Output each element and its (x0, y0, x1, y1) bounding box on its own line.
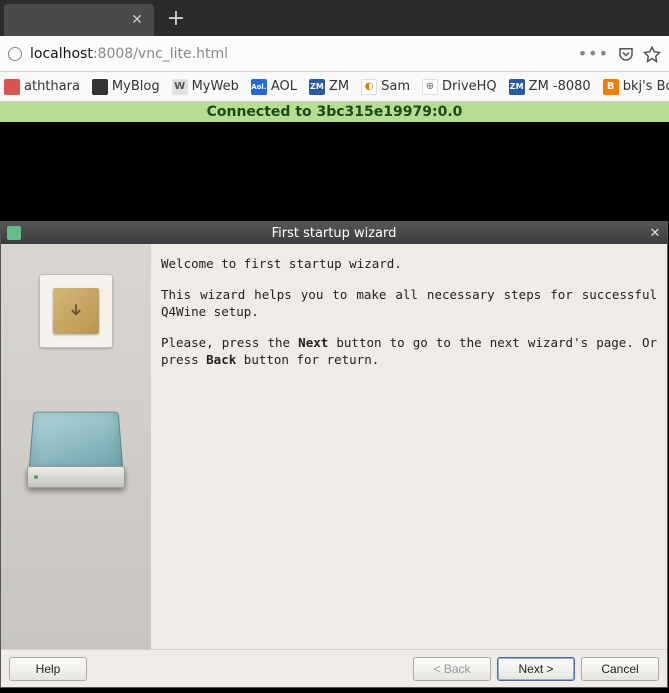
browser-tab[interactable]: ✕ (4, 4, 154, 36)
bookmark-icon: B (603, 79, 619, 95)
bookmark-icon (4, 79, 20, 95)
bookmark-paththara[interactable]: aththara (4, 79, 80, 95)
bookmark-sam[interactable]: ◐Sam (361, 79, 410, 95)
bookmark-icon: ZM (509, 79, 525, 95)
wizard-content: Welcome to first startup wizard. This wi… (151, 244, 667, 649)
harddrive-icon (21, 408, 131, 508)
page-actions-icon[interactable]: ••• (578, 44, 609, 63)
bookmark-icon: ◐ (361, 79, 377, 95)
bookmark-aol[interactable]: Aol.AOL (251, 79, 297, 95)
bookmark-drivehq[interactable]: ⊕DriveHQ (422, 79, 497, 95)
bookmark-myblog[interactable]: MyBlog (92, 79, 160, 95)
wizard-window: First startup wizard ✕ Welcome to first … (0, 221, 668, 688)
bookmark-bkjs[interactable]: Bbkj's Bo (603, 79, 669, 95)
bookmark-myweb[interactable]: WMyWeb (172, 79, 239, 95)
url-text[interactable]: localhost:8008/vnc_lite.html (30, 46, 570, 62)
wizard-body: Welcome to first startup wizard. This wi… (1, 244, 667, 649)
package-icon (39, 274, 113, 348)
new-tab-button[interactable]: + (160, 2, 192, 34)
wizard-sidebar (1, 244, 151, 649)
vnc-remote-desktop[interactable]: First startup wizard ✕ Welcome to first … (0, 122, 669, 693)
wizard-footer: Help < Back Next > Cancel (1, 649, 667, 687)
url-path: :8008/vnc_lite.html (93, 46, 228, 62)
help-button[interactable]: Help (9, 657, 87, 681)
next-button[interactable]: Next > (497, 657, 575, 681)
app-icon (7, 226, 21, 240)
wizard-welcome-text: Welcome to first startup wizard. (161, 256, 657, 273)
close-tab-icon[interactable]: ✕ (130, 13, 144, 27)
star-icon[interactable] (643, 45, 661, 63)
wizard-instruction-text: Please, press the Next button to go to t… (161, 335, 657, 369)
bookmark-zm[interactable]: ZMZM (309, 79, 349, 95)
bookmark-icon (92, 79, 108, 95)
wizard-title: First startup wizard (272, 226, 397, 241)
info-icon[interactable] (8, 47, 22, 61)
wizard-desc-text: This wizard helps you to make all necess… (161, 287, 657, 321)
cancel-button[interactable]: Cancel (581, 657, 659, 681)
bookmark-zm-8080[interactable]: ZMZM -8080 (509, 79, 591, 95)
browser-tab-strip: ✕ + (0, 0, 669, 36)
wizard-titlebar[interactable]: First startup wizard ✕ (1, 222, 667, 244)
bookmark-icon: ZM (309, 79, 325, 95)
url-host: localhost (30, 46, 93, 62)
pocket-icon[interactable] (617, 45, 635, 63)
bookmark-icon: ⊕ (422, 79, 438, 95)
back-button: < Back (413, 657, 491, 681)
bookmark-icon: Aol. (251, 79, 267, 95)
url-bar: localhost:8008/vnc_lite.html ••• (0, 36, 669, 72)
bookmarks-bar: aththara MyBlog WMyWeb Aol.AOL ZMZM ◐Sam… (0, 72, 669, 102)
vnc-connection-banner: Connected to 3bc315e19979:0.0 (0, 102, 669, 122)
bookmark-icon: W (172, 79, 188, 95)
close-icon[interactable]: ✕ (647, 225, 663, 241)
